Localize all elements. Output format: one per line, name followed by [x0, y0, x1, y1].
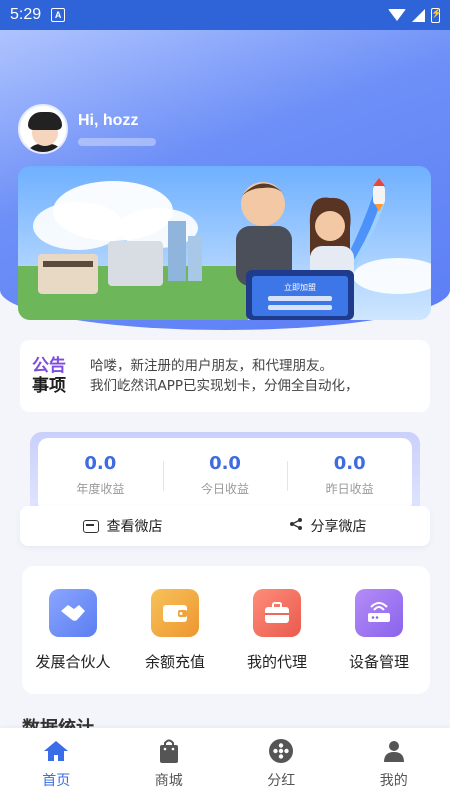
bonus-icon [268, 738, 294, 764]
wallet-icon [151, 588, 199, 637]
stat-today-earnings: 0.0 今日收益 [162, 453, 288, 497]
menu-my-agents[interactable]: 我的代理 [231, 588, 323, 672]
user-greeting: Hi, hozz [78, 112, 139, 129]
announcement-card[interactable]: 公告 事项 哈喽，新注册的用户朋友，和代理朋友。 我们屹然讯APP已实现划卡，分… [20, 340, 430, 412]
share-shop-button[interactable]: 分享微店 [225, 516, 430, 536]
briefcase-icon [253, 588, 301, 637]
view-shop-button[interactable]: 查看微店 [20, 516, 225, 536]
router-icon [355, 588, 403, 637]
home-icon [43, 738, 69, 764]
announcement-text: 哈喽，新注册的用户朋友，和代理朋友。 我们屹然讯APP已实现划卡，分佣全自动化， [90, 358, 359, 394]
stat-yesterday-earnings: 0.0 昨日收益 [287, 453, 412, 497]
avatar[interactable] [18, 104, 68, 154]
user-profile[interactable]: Hi, hozz [18, 104, 156, 154]
shopping-bag-icon [156, 738, 182, 764]
notification-app-icon: A [51, 8, 66, 22]
menu-balance-recharge[interactable]: 余额充值 [129, 588, 221, 672]
banner-screen-label: 立即加盟 [284, 282, 316, 292]
handshake-icon [49, 588, 97, 637]
announcement-title: 公告 事项 [32, 356, 66, 396]
tab-mine[interactable]: 我的 [338, 738, 450, 790]
quick-menu: 发展合伙人 余额充值 我的代理 设备管理 [22, 566, 430, 694]
status-bar: 5:29 A [0, 0, 450, 30]
user-subtitle-blurred [78, 138, 156, 146]
shop-icon [82, 519, 99, 533]
stat-annual-earnings: 0.0 年度收益 [76, 453, 125, 496]
battery-icon [431, 7, 442, 23]
bottom-tab-bar: 首页 商城 分红 我的 [0, 728, 450, 800]
status-time: 5:29 [10, 6, 42, 23]
wifi-icon [388, 9, 406, 21]
tab-home[interactable]: 首页 [0, 738, 113, 790]
share-icon [289, 517, 303, 535]
user-icon [381, 738, 407, 764]
shop-action-bar: 查看微店 分享微店 [20, 506, 430, 546]
tab-bonus[interactable]: 分红 [225, 738, 338, 790]
signal-icon [412, 8, 425, 22]
tab-mall[interactable]: 商城 [113, 738, 226, 790]
banner-illustration: 立即加盟 [18, 166, 431, 320]
menu-device-management[interactable]: 设备管理 [333, 588, 425, 672]
promo-banner[interactable]: 立即加盟 [18, 166, 431, 320]
menu-develop-partner[interactable]: 发展合伙人 [27, 588, 119, 672]
